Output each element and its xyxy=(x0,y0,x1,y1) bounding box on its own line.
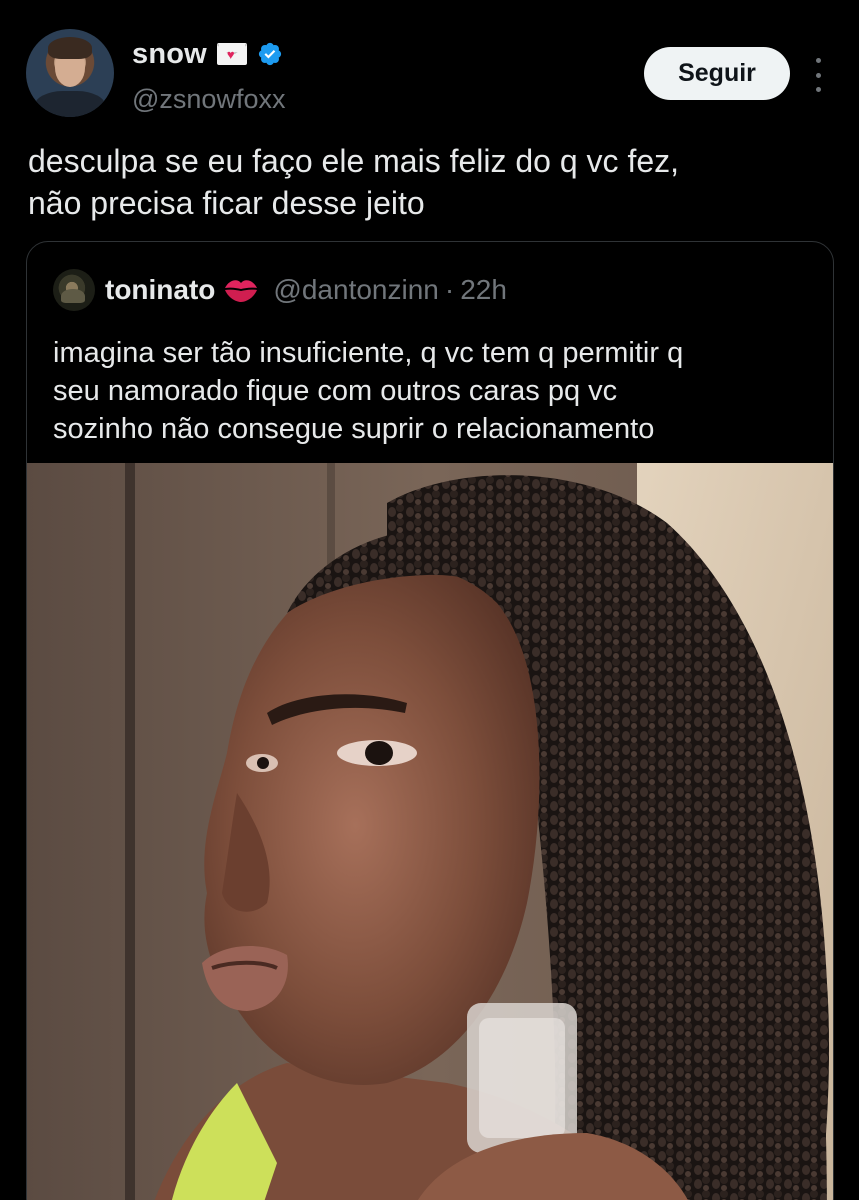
more-options-icon[interactable] xyxy=(808,58,828,92)
author-display-name[interactable]: snow xyxy=(132,38,207,71)
quoted-author-handle[interactable]: @dantonzinn xyxy=(273,274,438,306)
quoted-author-display-name[interactable]: toninato xyxy=(105,274,215,306)
author-avatar[interactable] xyxy=(26,29,114,117)
love-letter-icon: ♥ xyxy=(216,43,247,65)
avatar-shirt xyxy=(34,91,106,117)
more-dot xyxy=(815,58,821,63)
verified-badge-icon xyxy=(258,42,282,66)
author-name-row[interactable]: snow ♥ xyxy=(132,36,283,72)
tweet-text: desculpa se eu faço ele mais feliz do q … xyxy=(28,143,680,221)
heart-icon: ♥ xyxy=(226,47,235,62)
quoted-tweet-text: imagina ser tão insuficiente, q vc tem q… xyxy=(53,337,684,445)
tweet-container: snow ♥ @zsnowfoxx Seguir desculpa se eu … xyxy=(0,0,859,1200)
quoted-tweet-header: toninato @dantonzinn · 22h xyxy=(53,268,507,312)
header-separator: · xyxy=(444,274,455,305)
follow-button[interactable]: Seguir xyxy=(644,47,790,100)
more-dot xyxy=(815,72,821,78)
author-handle[interactable]: @zsnowfoxx xyxy=(132,84,285,115)
quoted-author-avatar[interactable] xyxy=(53,269,95,311)
avatar-hair xyxy=(48,37,92,59)
quoted-tweet-card[interactable]: toninato @dantonzinn · 22h imagina ser t… xyxy=(26,241,834,1200)
kiss-mark-icon xyxy=(225,280,258,302)
quoted-tweet-time[interactable]: 22h xyxy=(460,274,507,306)
more-dot xyxy=(815,87,821,92)
quoted-tweet-photo[interactable] xyxy=(27,463,833,1200)
photo-illustration xyxy=(27,463,833,1200)
